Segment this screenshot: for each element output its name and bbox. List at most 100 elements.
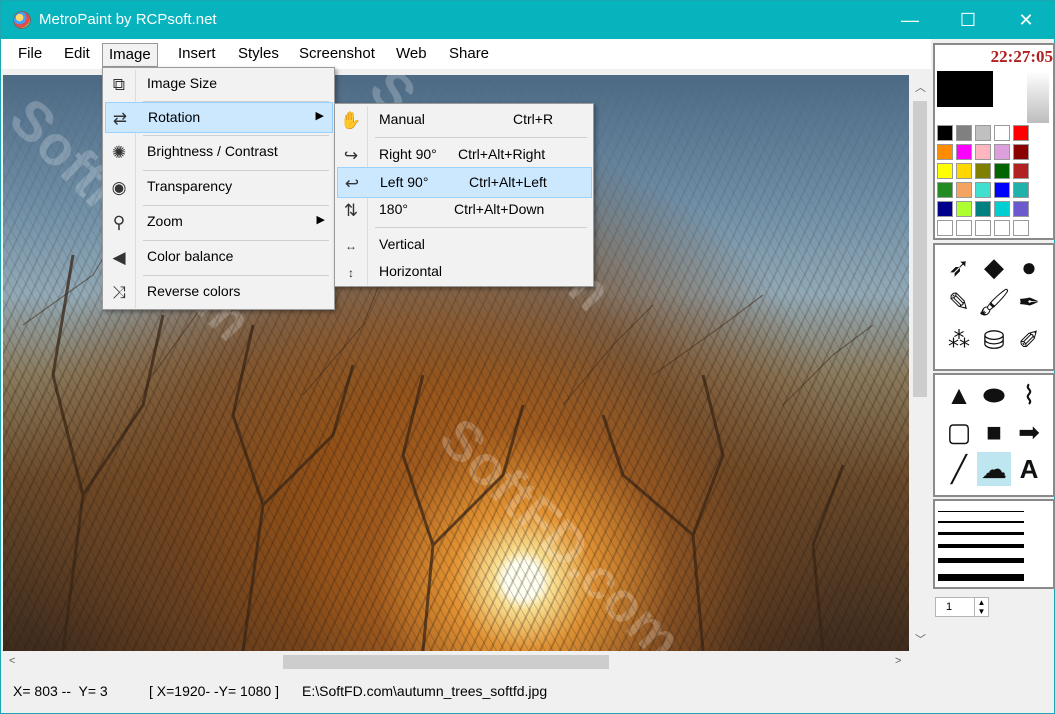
color-swatch[interactable] [994, 220, 1010, 236]
color-swatch[interactable] [937, 163, 953, 179]
title-bar[interactable]: MetroPaint by RCPsoft.net — ☐ ✕ [1, 1, 1054, 39]
menu-item-zoom[interactable]: ⚲ Zoom ▶ [105, 207, 333, 238]
horizontal-scrollbar[interactable]: < > [3, 651, 909, 673]
color-swatch[interactable] [956, 125, 972, 141]
drop-tool-icon[interactable]: ● [1012, 250, 1046, 284]
color-swatch[interactable] [937, 201, 953, 217]
brightness-slider[interactable] [1027, 71, 1049, 123]
scroll-right-icon[interactable]: > [895, 654, 901, 668]
line-width-4[interactable] [938, 544, 1024, 548]
eye-icon: ◉ [111, 178, 127, 197]
color-swatch[interactable] [1013, 182, 1029, 198]
image-menu: ⧉ Image Size ⇄ Rotation ▶ ✺ Brightness /… [102, 67, 335, 310]
close-button[interactable]: ✕ [997, 1, 1055, 39]
arrow-shape-icon[interactable]: ➡ [1012, 415, 1046, 449]
color-swatch[interactable] [937, 182, 953, 198]
line-width-6[interactable] [938, 574, 1024, 581]
color-swatch[interactable] [994, 125, 1010, 141]
rotate-icon: ⇄ [112, 109, 128, 128]
color-swatch[interactable] [994, 182, 1010, 198]
horizontal-scroll-thumb[interactable] [283, 655, 609, 669]
scroll-up-icon[interactable]: ︿ [915, 81, 926, 95]
cursor-position: X= 803 -- Y= 3 [13, 683, 108, 699]
vertical-scrollbar[interactable]: ︿ ﹀ [909, 75, 931, 651]
vertical-scroll-thumb[interactable] [913, 101, 927, 397]
color-swatch[interactable] [1013, 163, 1029, 179]
scroll-down-icon[interactable]: ﹀ [915, 633, 926, 647]
menu-item-rotate-manual[interactable]: ✋ Manual Ctrl+R [337, 105, 592, 136]
color-swatch[interactable] [975, 163, 991, 179]
line-width-5[interactable] [938, 558, 1024, 563]
ellipse-shape-icon[interactable]: ⬬ [977, 378, 1011, 412]
line-width-2[interactable] [938, 521, 1024, 523]
color-swatch[interactable] [994, 201, 1010, 217]
color-swatch[interactable] [994, 144, 1010, 160]
menu-item-label: Left 90° [380, 174, 429, 190]
menu-item-flip-horizontal[interactable]: ↕ Horizontal [337, 257, 592, 288]
menu-item-reverse-colors[interactable]: ⤨ Reverse colors [105, 277, 333, 308]
color-swatch[interactable] [937, 144, 953, 160]
color-swatch[interactable] [1013, 125, 1029, 141]
color-swatch[interactable] [975, 201, 991, 217]
pencil-tool-icon[interactable]: ✎ [942, 285, 976, 319]
polyline-shape-icon[interactable]: ⌇ [1012, 378, 1046, 412]
submenu-arrow-icon: ▶ [315, 110, 324, 122]
rectangle-shape-icon[interactable]: ▢ [942, 415, 976, 449]
text-tool-icon[interactable]: A [1012, 452, 1046, 486]
color-swatch[interactable] [1013, 220, 1029, 236]
menu-item-rotate-left-90[interactable]: ↩ Left 90° Ctrl+Alt+Left [337, 167, 592, 198]
menu-item-label: Color balance [147, 248, 234, 264]
color-swatch[interactable] [975, 144, 991, 160]
color-swatch[interactable] [956, 182, 972, 198]
line-width-1[interactable] [938, 511, 1024, 512]
menu-item-rotation[interactable]: ⇄ Rotation ▶ [105, 102, 333, 133]
cloud-shape-icon[interactable]: ☁ [977, 452, 1011, 486]
color-swatch[interactable] [956, 163, 972, 179]
menu-item-color-balance[interactable]: ◀ Color balance [105, 242, 333, 273]
menu-item-transparency[interactable]: ◉ Transparency [105, 172, 333, 203]
line-shape-icon[interactable]: ╱ [942, 452, 976, 486]
menu-share[interactable]: Share [443, 43, 495, 67]
fill-tool-icon[interactable]: ⛁ [977, 323, 1011, 357]
color-swatch[interactable] [956, 201, 972, 217]
triangle-shape-icon[interactable]: ▲ [942, 378, 976, 412]
color-swatch[interactable] [956, 144, 972, 160]
line-width-3[interactable] [938, 532, 1024, 535]
menu-item-rotate-180[interactable]: ⇅ 180° Ctrl+Alt+Down [337, 195, 592, 226]
menu-web[interactable]: Web [390, 43, 433, 67]
menu-item-label: Rotation [148, 109, 201, 125]
brush-tool-icon[interactable]: 🖌 [977, 285, 1011, 319]
dropper-tool-icon[interactable]: ✒ [1012, 285, 1046, 319]
minimize-button[interactable]: — [881, 1, 939, 39]
pointer-tool-icon[interactable]: ➶ [942, 250, 976, 284]
menu-screenshot[interactable]: Screenshot [293, 43, 381, 67]
menu-item-brightness-contrast[interactable]: ✺ Brightness / Contrast [105, 137, 333, 168]
color-swatch[interactable] [975, 125, 991, 141]
maximize-button[interactable]: ☐ [939, 1, 997, 39]
color-swatch[interactable] [1013, 144, 1029, 160]
menu-item-shortcut: Ctrl+Alt+Right [458, 146, 546, 162]
color-swatch[interactable] [1013, 201, 1029, 217]
menu-edit[interactable]: Edit [58, 43, 96, 67]
color-swatch[interactable] [994, 163, 1010, 179]
color-swatch[interactable] [975, 220, 991, 236]
spray-tool-icon[interactable]: ⁂ [942, 323, 976, 357]
menu-image[interactable]: Image [102, 43, 158, 67]
scroll-left-icon[interactable]: < [9, 654, 15, 668]
rotation-submenu: ✋ Manual Ctrl+R ↪ Right 90° Ctrl+Alt+Rig… [334, 103, 594, 287]
eraser-tool-icon[interactable]: ◆ [977, 250, 1011, 284]
color-swatch[interactable] [975, 182, 991, 198]
menu-file[interactable]: File [12, 43, 48, 67]
line-width-stepper[interactable]: 1 ▲ ▼ [935, 597, 989, 617]
primary-color[interactable] [937, 71, 993, 107]
color-swatch[interactable] [956, 220, 972, 236]
color-swatch[interactable] [937, 220, 953, 236]
color-swatch[interactable] [937, 125, 953, 141]
menu-item-image-size[interactable]: ⧉ Image Size [105, 69, 333, 100]
highlighter-tool-icon[interactable]: ✐ [1012, 323, 1046, 357]
menu-insert[interactable]: Insert [172, 43, 222, 67]
vertical-flip-icon: ↔ [345, 239, 357, 253]
stepper-arrows-icon[interactable]: ▲ ▼ [974, 598, 988, 616]
rounded-rect-shape-icon[interactable]: ■ [977, 415, 1011, 449]
menu-styles[interactable]: Styles [232, 43, 285, 67]
